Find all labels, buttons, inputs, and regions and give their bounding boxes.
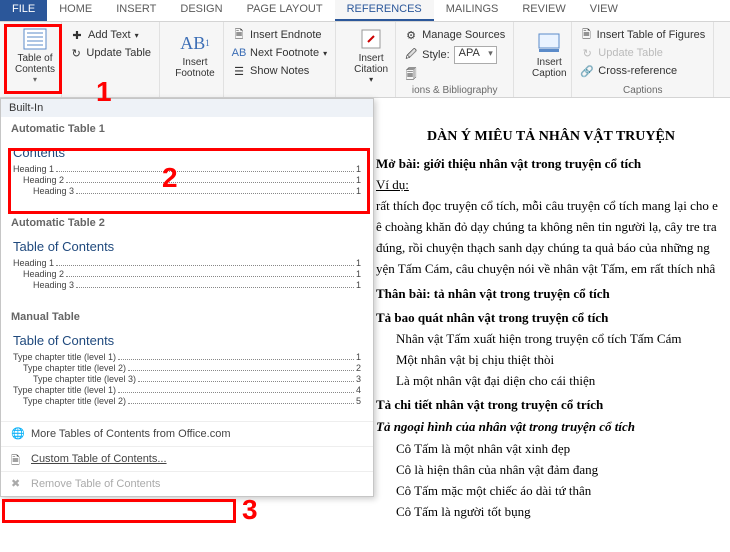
auto-table-2-label: Automatic Table 2 — [1, 211, 373, 231]
contents-title: Contents — [13, 145, 361, 160]
chevron-down-icon: ▾ — [369, 75, 373, 84]
doc-li6: Cô Tấm mặc một chiếc áo dài tứ thân — [376, 481, 726, 501]
doc-p4: yện Tấm Cám, câu chuyện nói về nhân vật … — [376, 259, 726, 279]
doc-title: DÀN Ý MIÊU TẢ NHÂN VẬT TRUYỆN — [376, 126, 726, 148]
footnote-icon: AB1 — [181, 31, 209, 55]
update-icon: ↻ — [70, 46, 82, 60]
show-notes-button[interactable]: ☰Show Notes — [230, 63, 329, 79]
doc-li1: Nhân vật Tấm xuất hiện trong truyện cổ t… — [376, 329, 726, 349]
doc-p3: đúng, rồi chuyện thạch sanh dạy chúng ta… — [376, 238, 726, 258]
doc-h2-mobai: Mở bài: giới thiệu nhân vật trong truyện… — [376, 154, 726, 174]
doc-h2-baoquat: Tả bao quát nhân vật trong truyện cổ tíc… — [376, 308, 726, 328]
tab-file[interactable]: FILE — [0, 0, 47, 21]
manage-sources-button[interactable]: ⚙Manage Sources — [402, 27, 507, 43]
cross-reference-button[interactable]: 🔗Cross-reference — [578, 63, 707, 79]
auto-table-2-item[interactable]: Table of Contents Heading 11 Heading 21 … — [1, 231, 373, 305]
crossref-icon: 🔗 — [580, 64, 594, 78]
tab-insert[interactable]: INSERT — [104, 0, 168, 21]
custom-toc[interactable]: 🗎Custom Table of Contents... — [1, 446, 373, 471]
manual-table-item[interactable]: Table of Contents Type chapter title (le… — [1, 325, 373, 421]
annotation-num-2: 2 — [162, 162, 178, 194]
annotation-num-3: 3 — [242, 494, 258, 526]
more-toc-office[interactable]: 🌐More Tables of Contents from Office.com — [1, 421, 373, 446]
chevron-down-icon: ▾ — [33, 75, 37, 84]
doc-h2-chitiet: Tả chi tiết nhân vật trong truyện cổ trí… — [376, 395, 726, 415]
manual-table-label: Manual Table — [1, 305, 373, 325]
next-footnote-icon: AB — [232, 46, 246, 60]
add-text-button[interactable]: ✚Add Text▾ — [68, 27, 153, 43]
auto-table-1-item[interactable]: Contents Heading 11 Heading 21 Heading 3… — [1, 137, 373, 211]
doc-h3-ngoaihinh: Tả ngoại hình của nhân vật trong truyện … — [376, 417, 726, 437]
tab-references[interactable]: REFERENCES — [335, 0, 434, 21]
remove-toc[interactable]: ✖Remove Table of Contents — [1, 471, 373, 496]
insert-tof-button[interactable]: 🗎Insert Table of Figures — [578, 27, 707, 43]
document-body[interactable]: DÀN Ý MIÊU TẢ NHÂN VẬT TRUYỆN Mở bài: gi… — [376, 120, 730, 529]
insert-footnote-button[interactable]: AB1 Insert Footnote — [166, 24, 224, 86]
style-icon: 🖉 — [404, 48, 418, 62]
insert-citation-button[interactable]: Insert Citation ▾ — [342, 24, 400, 86]
tof-icon: 🗎 — [580, 28, 592, 42]
bibliography-group-label: ions & Bibliography — [402, 85, 507, 96]
tab-design[interactable]: DESIGN — [168, 0, 234, 21]
tab-view[interactable]: VIEW — [578, 0, 630, 21]
doc-p2: ê choàng khăn đỏ dạy chúng ta không nên … — [376, 217, 726, 237]
insert-endnote-button[interactable]: 🗎Insert Endnote — [230, 27, 329, 43]
toc-title-2: Table of Contents — [13, 333, 361, 348]
endnote-icon: 🗎 — [232, 28, 246, 42]
office-icon: 🌐 — [11, 427, 25, 441]
caption-icon — [535, 31, 563, 55]
toc-icon — [21, 27, 49, 51]
annotation-box-3 — [2, 499, 236, 523]
doc-li5: Cô là hiện thân của nhân vật đảm đang — [376, 460, 726, 480]
next-footnote-button[interactable]: ABNext Footnote▾ — [230, 45, 329, 61]
captions-group-label: Captions — [578, 85, 707, 96]
update-icon: ↻ — [580, 46, 594, 60]
doc-p1: rất thích đọc truyện cổ tích, mỗi câu tr… — [376, 196, 726, 216]
doc-li4: Cô Tấm là một nhân vật xinh đẹp — [376, 439, 726, 459]
citation-style-select[interactable]: 🖉Style: APA — [402, 45, 507, 65]
update-tof-button[interactable]: ↻Update Table — [578, 45, 707, 61]
tab-review[interactable]: REVIEW — [510, 0, 577, 21]
toc-label: Table of Contents — [15, 53, 55, 75]
style-combo[interactable]: APA — [454, 46, 497, 64]
doc-li7: Cô Tấm là người tốt bụng — [376, 502, 726, 522]
doc-li2: Một nhân vật bị chịu thiệt thòi — [376, 350, 726, 370]
doc-h2-thanbai: Thân bài: tả nhân vật trong truyện cổ tí… — [376, 284, 726, 304]
toc-title: Table of Contents — [13, 239, 361, 254]
doc-li3: Là một nhân vật đại diện cho cái thiện — [376, 371, 726, 391]
bibliography-button[interactable]: 🗐 — [402, 67, 507, 83]
annotation-num-1: 1 — [96, 76, 112, 108]
manage-sources-icon: ⚙ — [404, 28, 418, 42]
doc-vidu: Ví dụ: — [376, 175, 726, 195]
notes-icon: ☰ — [232, 64, 246, 78]
custom-toc-icon: 🗎 — [11, 452, 25, 466]
auto-table-1-label: Automatic Table 1 — [1, 117, 373, 137]
ribbon-tabs: FILE HOME INSERT DESIGN PAGE LAYOUT REFE… — [0, 0, 730, 22]
update-table-button[interactable]: ↻Update Table — [68, 45, 153, 61]
tab-mailings[interactable]: MAILINGS — [434, 0, 511, 21]
mark-entry-button[interactable]: 🔖 Mark Entry — [720, 24, 730, 86]
tab-home[interactable]: HOME — [47, 0, 104, 21]
remove-toc-icon: ✖ — [11, 477, 25, 491]
builtin-heading: Built-In — [1, 99, 373, 117]
insert-caption-button[interactable]: Insert Caption — [520, 24, 578, 86]
citation-icon — [357, 27, 385, 51]
add-text-icon: ✚ — [70, 28, 84, 42]
toc-gallery: Built-In Automatic Table 1 Contents Head… — [0, 98, 374, 497]
table-of-contents-button[interactable]: Table of Contents ▾ — [6, 24, 64, 86]
bibliography-icon: 🗐 — [404, 68, 418, 82]
tab-page-layout[interactable]: PAGE LAYOUT — [235, 0, 335, 21]
